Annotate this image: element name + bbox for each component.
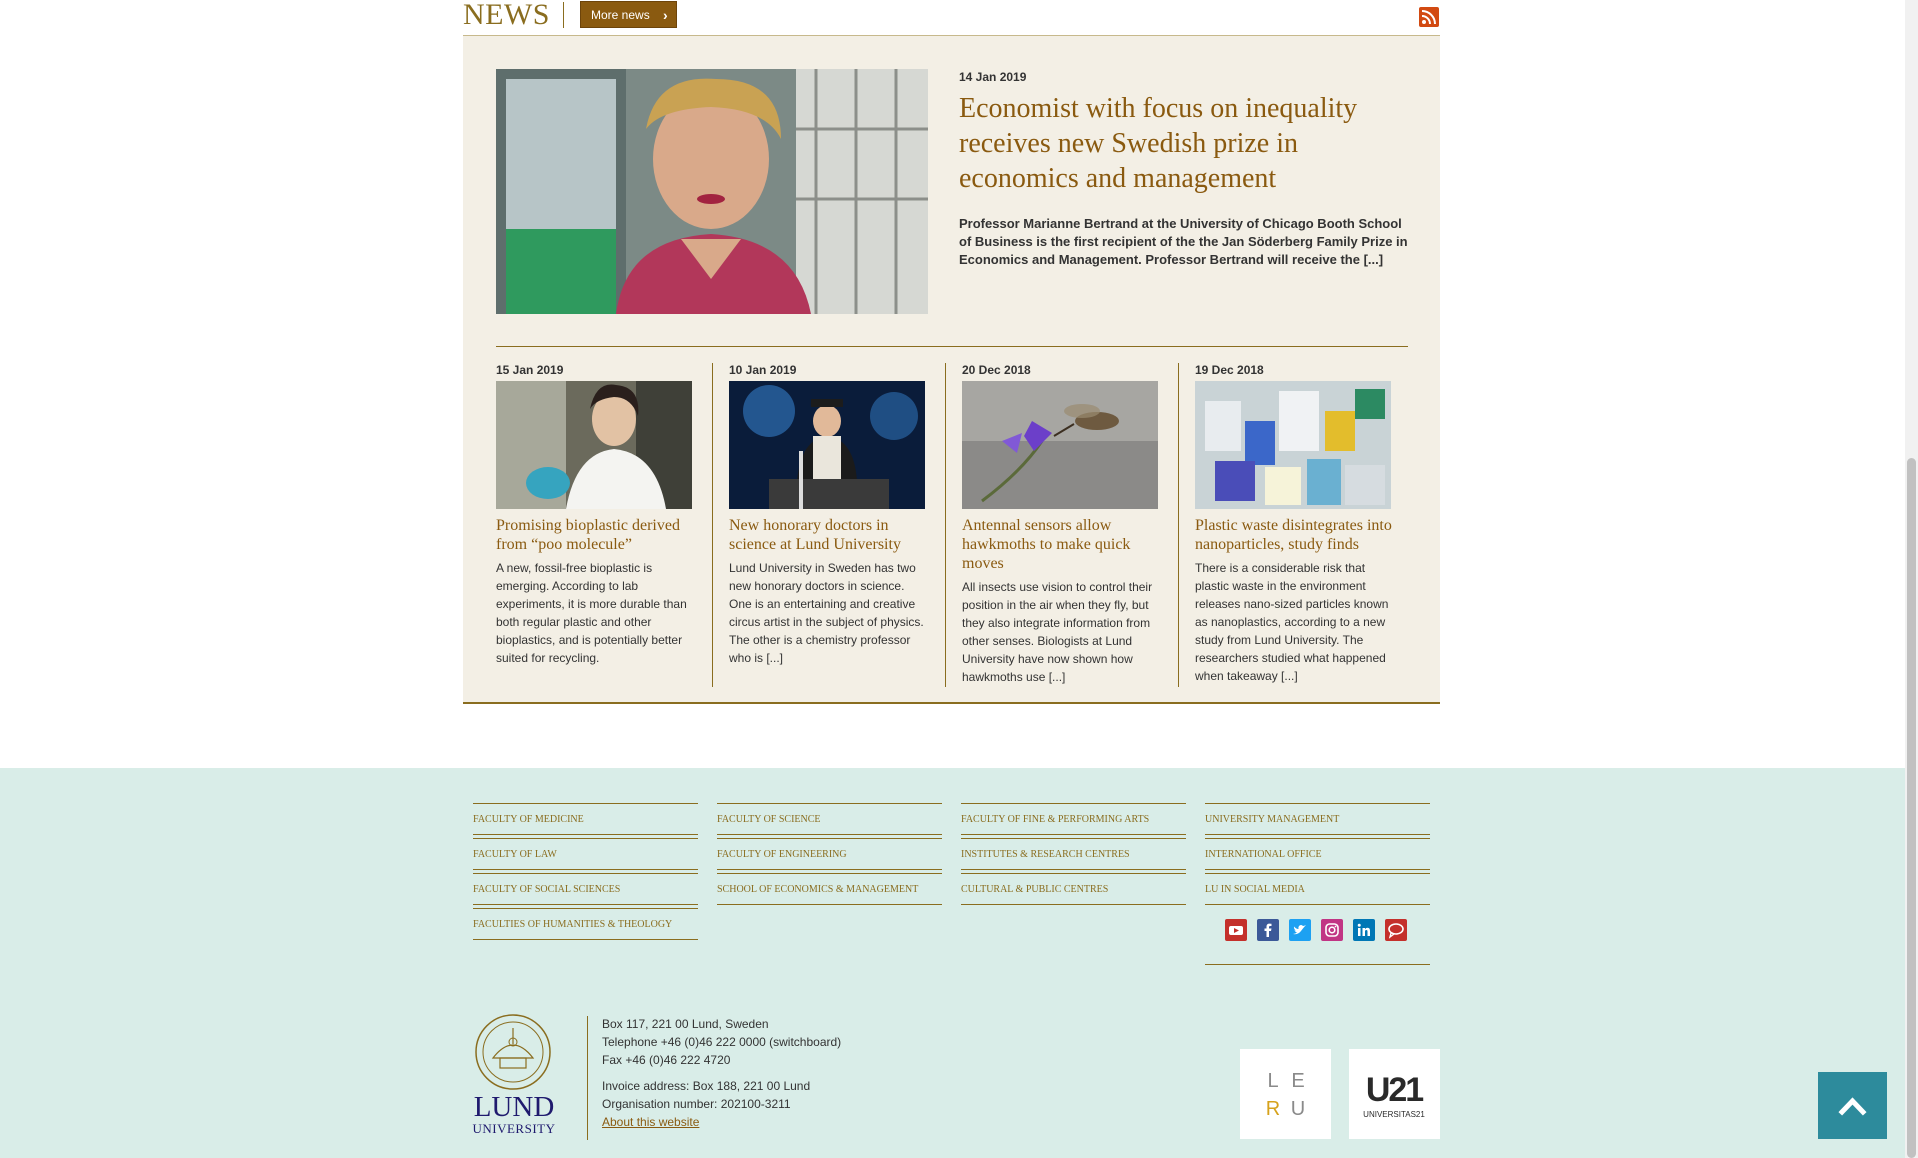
footer-link[interactable]: CULTURAL & PUBLIC CENTRES xyxy=(961,873,1186,905)
news-card-summary: All insects use vision to control their … xyxy=(962,580,1153,684)
more-news-button[interactable]: More news › xyxy=(580,1,677,28)
footer-link[interactable]: FACULTY OF FINE & PERFORMING ARTS xyxy=(961,803,1186,835)
twitter-icon[interactable] xyxy=(1289,919,1311,941)
news-card-image[interactable] xyxy=(1195,381,1391,509)
about-website-link[interactable]: About this website xyxy=(602,1115,699,1129)
u21-logo-subtext: UNIVERSITAS21 xyxy=(1363,1110,1425,1119)
footer-link[interactable]: FACULTIES OF HUMANITIES & THEOLOGY xyxy=(473,908,698,940)
featured-news-summary: Professor Marianne Bertrand at the Unive… xyxy=(959,216,1408,267)
instagram-icon[interactable] xyxy=(1321,919,1343,941)
news-header: NEWS More news › xyxy=(463,0,1440,36)
news-card-date: 10 Jan 2019 xyxy=(729,363,797,377)
news-card-summary: Lund University in Sweden has two new ho… xyxy=(729,561,924,665)
footer-link[interactable]: UNIVERSITY MANAGEMENT xyxy=(1205,803,1430,835)
rss-icon[interactable] xyxy=(1419,7,1439,27)
leru-letter-e: E xyxy=(1291,1070,1304,1092)
chevron-up-icon xyxy=(1838,1097,1867,1116)
news-card-image[interactable] xyxy=(496,381,692,509)
footer-link[interactable]: FACULTY OF LAW xyxy=(473,838,698,870)
news-section: 14 Jan 2019 Economist with focus on ineq… xyxy=(463,0,1440,704)
footer-link[interactable]: FACULTY OF ENGINEERING xyxy=(717,838,942,870)
telephone-line: Telephone +46 (0)46 222 0000 (switchboar… xyxy=(602,1035,842,1049)
news-card-date: 20 Dec 2018 xyxy=(962,363,1031,377)
news-card-date: 15 Jan 2019 xyxy=(496,363,564,377)
news-divider xyxy=(496,346,1408,347)
news-card: 10 Jan 2019 New honorary doctors in scie… xyxy=(729,363,929,667)
news-card-summary: A new, fossil-free bioplastic is emergin… xyxy=(496,561,687,665)
news-card-title[interactable]: Antennal sensors allow hawkmoths to make… xyxy=(962,516,1162,573)
news-card-title[interactable]: Plastic waste disintegrates into nanopar… xyxy=(1195,516,1395,554)
organisation-number-line: Organisation number: 202100-3211 xyxy=(602,1097,791,1111)
address-divider xyxy=(587,1016,588,1140)
card-divider xyxy=(945,363,946,687)
contact-address: Box 117, 221 00 Lund, Sweden Telephone +… xyxy=(602,1015,841,1131)
news-card-title[interactable]: New honorary doctors in science at Lund … xyxy=(729,516,929,554)
leru-letter-l: L xyxy=(1267,1070,1278,1092)
footer-link[interactable]: FACULTY OF MEDICINE xyxy=(473,803,698,835)
card-divider xyxy=(1178,363,1179,687)
footer-link[interactable]: INSTITUTES & RESEARCH CENTRES xyxy=(961,838,1186,870)
footer-link[interactable]: LU IN SOCIAL MEDIA xyxy=(1205,873,1430,905)
footer-link[interactable]: SCHOOL OF ECONOMICS & MANAGEMENT xyxy=(717,873,942,905)
logo-text-university: UNIVERSITY xyxy=(473,1121,556,1136)
card-divider xyxy=(712,363,713,687)
featured-news-image[interactable] xyxy=(496,69,928,314)
footer: FACULTY OF MEDICINE FACULTY OF LAW FACUL… xyxy=(0,768,1905,1158)
leru-letter-r: R xyxy=(1266,1098,1280,1120)
address-line: Box 117, 221 00 Lund, Sweden xyxy=(602,1017,769,1031)
footer-column-management: UNIVERSITY MANAGEMENT INTERNATIONAL OFFI… xyxy=(1205,803,1430,908)
news-card-image[interactable] xyxy=(962,381,1158,509)
chevron-right-icon: › xyxy=(663,7,668,23)
chat-icon[interactable] xyxy=(1385,919,1407,941)
featured-news-title[interactable]: Economist with focus on inequality recei… xyxy=(959,91,1409,196)
page-scrollbar[interactable] xyxy=(1905,0,1918,1158)
invoice-address-line: Invoice address: Box 188, 221 00 Lund xyxy=(602,1079,811,1093)
news-card-title[interactable]: Promising bioplastic derived from “poo m… xyxy=(496,516,696,554)
footer-link[interactable]: FACULTY OF SOCIAL SCIENCES xyxy=(473,873,698,905)
more-news-label: More news xyxy=(591,8,650,22)
footer-link[interactable]: FACULTY OF SCIENCE xyxy=(717,803,942,835)
news-heading: NEWS xyxy=(463,0,550,31)
leru-letter-u: U xyxy=(1291,1098,1305,1120)
news-card: 19 Dec 2018 Plastic waste disintegrates … xyxy=(1195,363,1395,685)
news-card: 15 Jan 2019 Promising bioplastic derived… xyxy=(496,363,696,667)
u21-logo-text: U21 xyxy=(1366,1071,1423,1109)
social-divider xyxy=(1205,964,1430,965)
news-header-divider xyxy=(563,2,564,28)
footer-column-centres: FACULTY OF FINE & PERFORMING ARTS INSTIT… xyxy=(961,803,1186,908)
news-card-summary: There is a considerable risk that plasti… xyxy=(1195,561,1389,683)
featured-news-date: 14 Jan 2019 xyxy=(959,70,1027,84)
linkedin-icon[interactable] xyxy=(1353,919,1375,941)
lund-university-logo[interactable]: LUND UNIVERSITY xyxy=(467,1014,562,1139)
news-card-image[interactable] xyxy=(729,381,925,509)
news-card: 20 Dec 2018 Antennal sensors allow hawkm… xyxy=(962,363,1162,686)
footer-column-faculties-2: FACULTY OF SCIENCE FACULTY OF ENGINEERIN… xyxy=(717,803,942,908)
scrollbar-thumb[interactable] xyxy=(1907,458,1916,1158)
facebook-icon[interactable] xyxy=(1257,919,1279,941)
logo-text-lund: LUND xyxy=(474,1091,555,1123)
universitas21-logo[interactable]: U21 UNIVERSITAS21 xyxy=(1349,1049,1440,1139)
news-card-date: 19 Dec 2018 xyxy=(1195,363,1264,377)
fax-line: Fax +46 (0)46 222 4720 xyxy=(602,1053,731,1067)
footer-column-faculties-1: FACULTY OF MEDICINE FACULTY OF LAW FACUL… xyxy=(473,803,698,943)
youtube-icon[interactable] xyxy=(1225,919,1247,941)
leru-logo[interactable]: L E R U xyxy=(1240,1049,1331,1139)
footer-link[interactable]: INTERNATIONAL OFFICE xyxy=(1205,838,1430,870)
back-to-top-button[interactable] xyxy=(1818,1072,1887,1139)
